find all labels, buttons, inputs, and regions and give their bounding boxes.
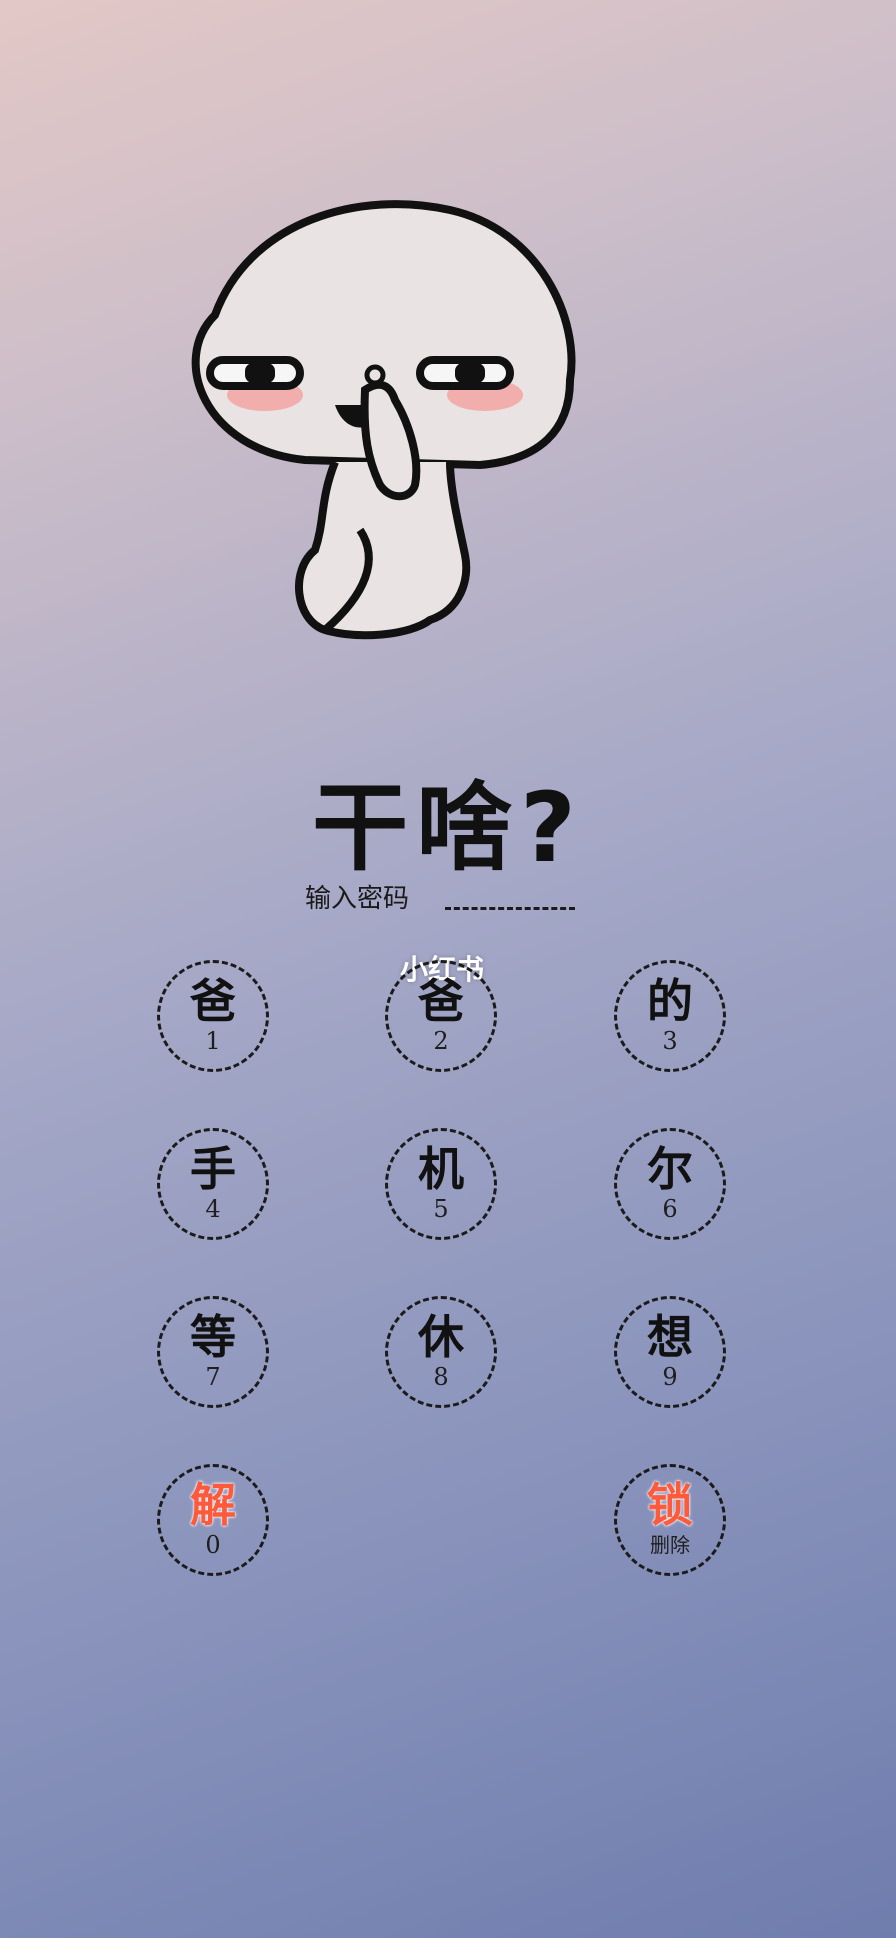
key-2[interactable]: 爸 2 <box>385 960 497 1072</box>
key-3[interactable]: 的 3 <box>614 960 726 1072</box>
key-5[interactable]: 机 5 <box>385 1128 497 1240</box>
key-glyph: 尔 <box>647 1142 693 1196</box>
mascot-illustration <box>191 200 576 640</box>
key-number: 8 <box>433 1363 449 1391</box>
key-number: 1 <box>205 1027 221 1055</box>
key-glyph: 手 <box>190 1142 236 1196</box>
key-glyph: 想 <box>647 1310 693 1364</box>
key-glyph: 爸 <box>418 974 464 1028</box>
page-title: 干啥? <box>312 772 584 884</box>
delete-key[interactable]: 锁 删除 <box>614 1464 726 1576</box>
key-number: 7 <box>205 1363 221 1391</box>
key-number: 4 <box>205 1195 221 1223</box>
key-1[interactable]: 爸 1 <box>157 960 269 1072</box>
key-glyph: 等 <box>190 1310 236 1364</box>
key-number: 2 <box>433 1027 449 1055</box>
key-0[interactable]: 解 0 <box>157 1464 269 1576</box>
key-glyph: 机 <box>418 1142 464 1196</box>
key-number: 5 <box>433 1195 449 1223</box>
key-7[interactable]: 等 7 <box>157 1296 269 1408</box>
key-glyph: 解 <box>190 1478 236 1532</box>
key-8[interactable]: 休 8 <box>385 1296 497 1408</box>
key-glyph: 爸 <box>190 974 236 1028</box>
key-glyph: 锁 <box>647 1478 693 1532</box>
delete-label: 删除 <box>650 1533 690 1557</box>
key-glyph: 的 <box>647 974 693 1028</box>
key-number: 3 <box>662 1027 678 1055</box>
key-6[interactable]: 尔 6 <box>614 1128 726 1240</box>
key-4[interactable]: 手 4 <box>157 1128 269 1240</box>
key-number: 6 <box>662 1195 678 1223</box>
password-input-slot <box>445 904 575 910</box>
password-prompt: 输入密码 <box>305 884 410 914</box>
key-number: 9 <box>662 1363 678 1391</box>
key-9[interactable]: 想 9 <box>614 1296 726 1408</box>
key-number: 0 <box>205 1531 221 1559</box>
key-glyph: 休 <box>418 1310 464 1364</box>
